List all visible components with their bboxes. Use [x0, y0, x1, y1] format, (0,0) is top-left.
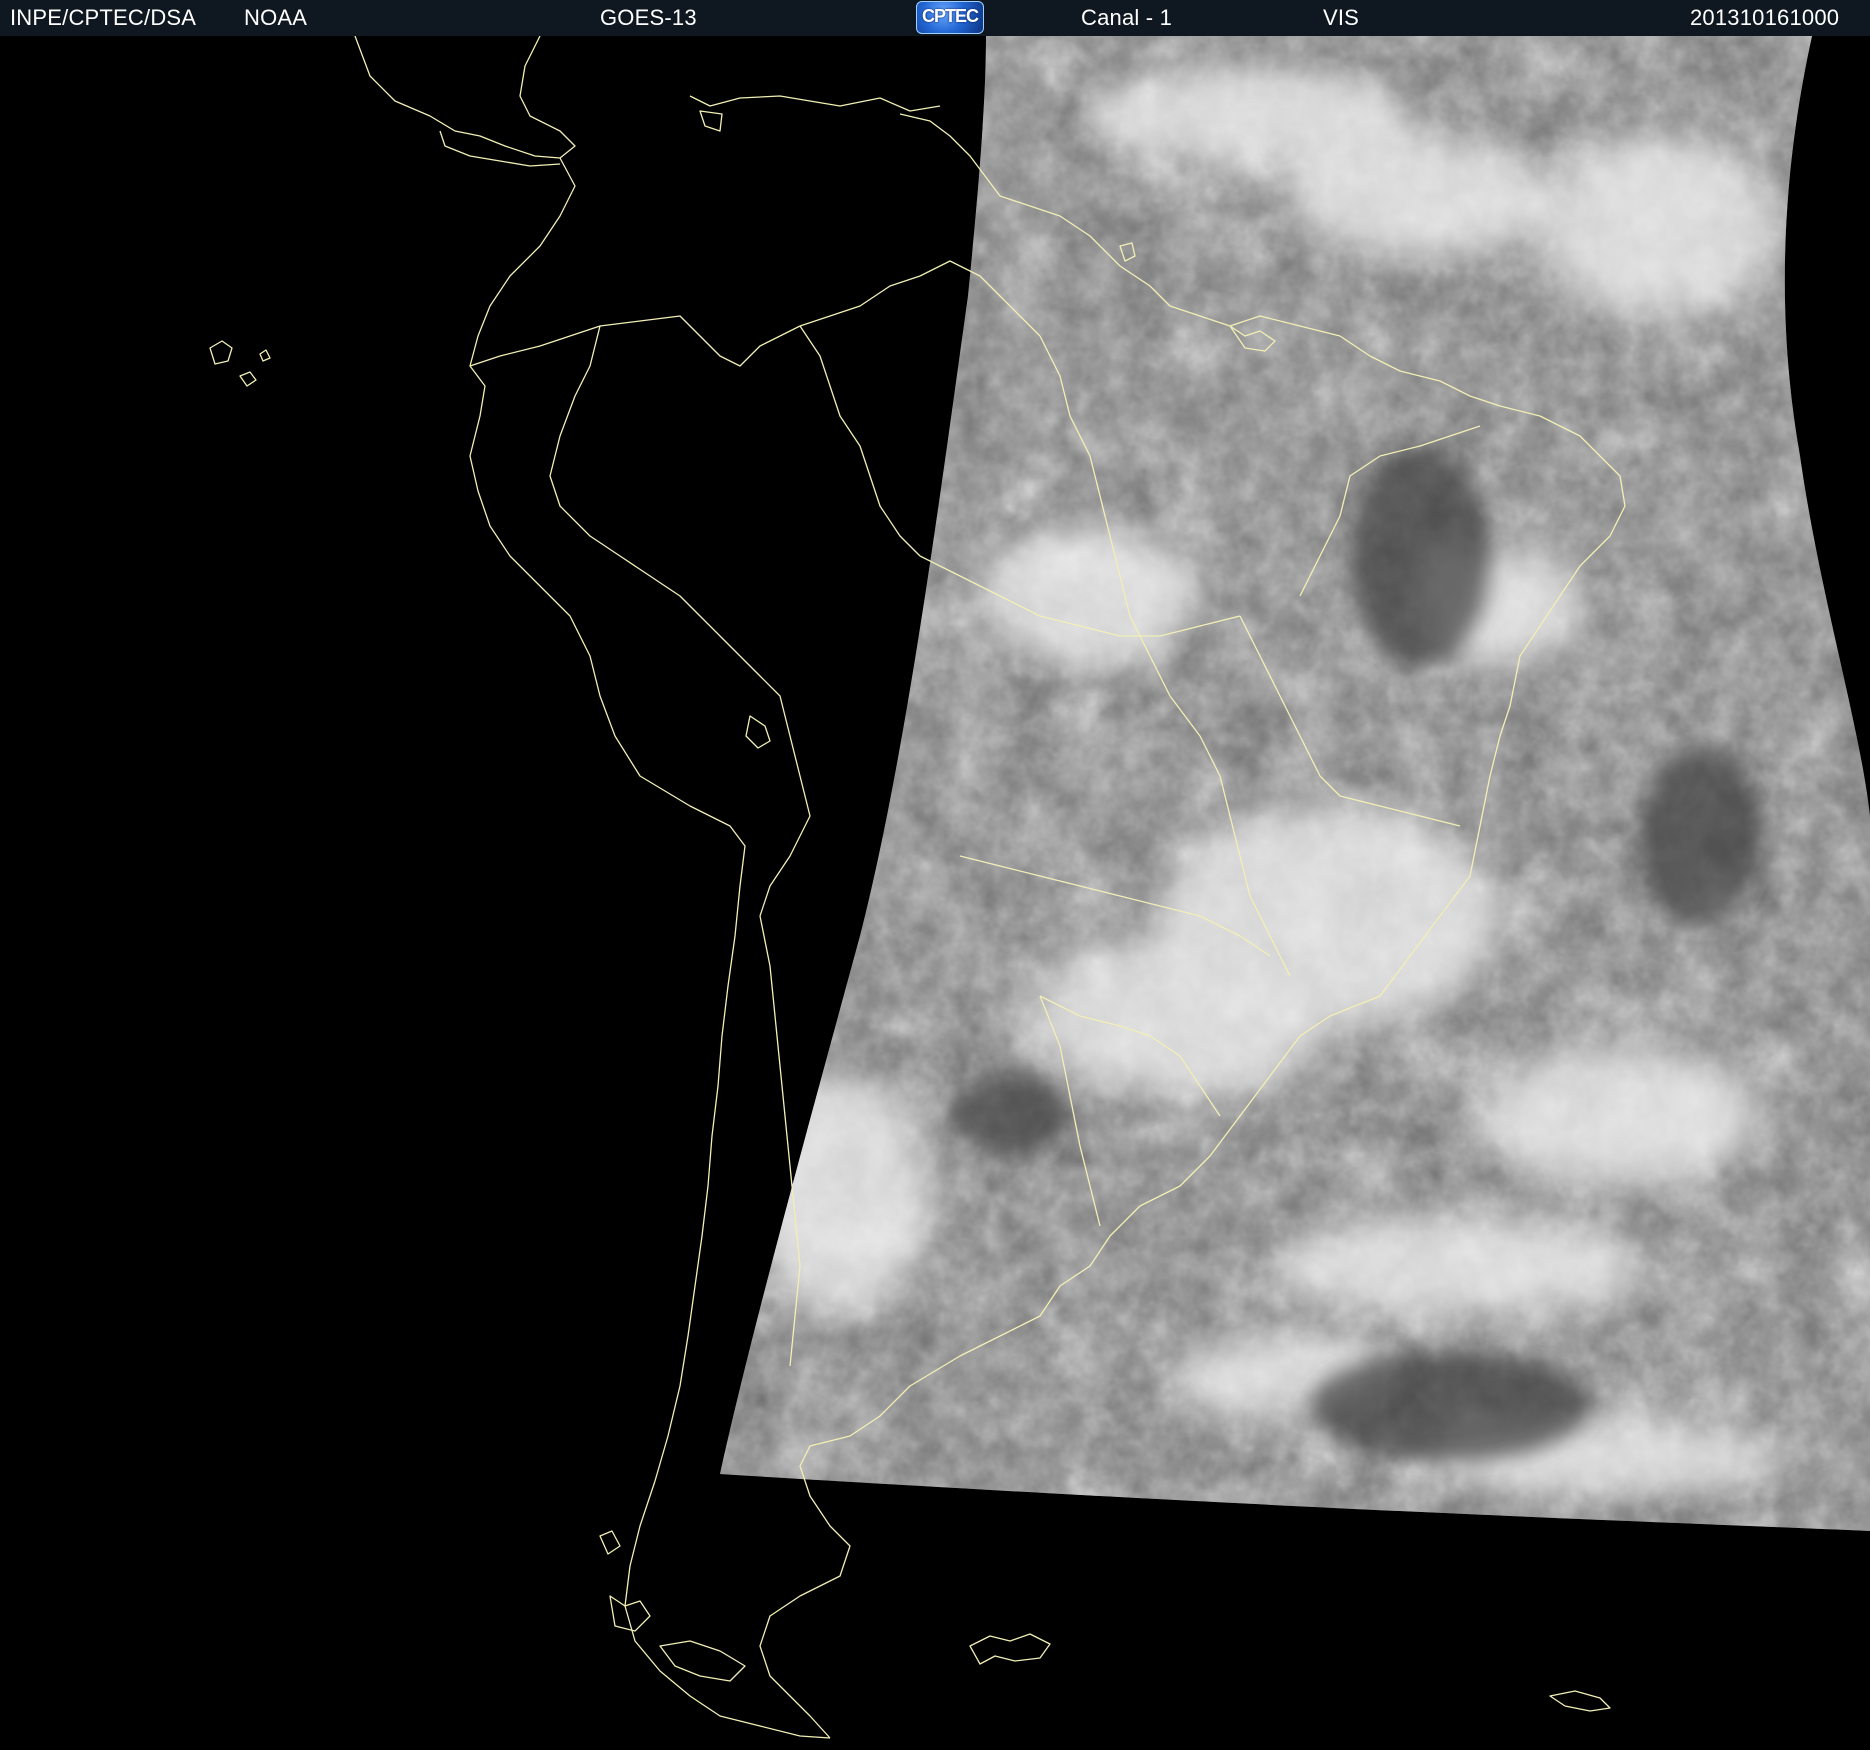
- satellite-label: GOES-13: [600, 5, 697, 30]
- northern-border: [469, 260, 1041, 367]
- source-label: INPE/CPTEC/DSA: [10, 5, 197, 30]
- satellite-swath: [720, 36, 1870, 1531]
- header-bar: INPE/CPTEC/DSA NOAA GOES-13 CPTEC Canal …: [0, 0, 1870, 37]
- chile-fjord-island: [599, 1530, 621, 1555]
- map-area: [0, 36, 1870, 1750]
- tierra-del-fuego-2: [659, 1640, 746, 1682]
- galapagos-san-cristobal: [259, 349, 271, 362]
- channel-label: Canal - 1: [1081, 5, 1173, 30]
- south-georgia: [1549, 1690, 1611, 1712]
- timestamp-label: 201310161000: [1690, 5, 1840, 30]
- central-america-border: [439, 130, 561, 167]
- peru-brazil-border: [549, 325, 741, 657]
- west-coast: [469, 157, 831, 1739]
- lake-titicaca: [745, 715, 771, 749]
- venezuela-brazil-border: [799, 325, 921, 557]
- galapagos-isabela: [209, 340, 233, 365]
- lake-maracaibo: [699, 110, 723, 132]
- cptec-logo: CPTEC: [916, 1, 984, 34]
- satellite-map: [209, 36, 1870, 1739]
- logo-text: CPTEC: [921, 6, 979, 26]
- caribbean-coast: [689, 95, 941, 112]
- satellite-viewer: INPE/CPTEC/DSA NOAA GOES-13 CPTEC Canal …: [0, 0, 1870, 1750]
- falkland-islands: [969, 1633, 1051, 1665]
- agency-label: NOAA: [244, 5, 308, 30]
- band-label: VIS: [1323, 5, 1360, 30]
- galapagos-santa-cruz: [239, 371, 257, 387]
- bolivia-border: [739, 655, 811, 917]
- central-america-coast: [354, 36, 576, 159]
